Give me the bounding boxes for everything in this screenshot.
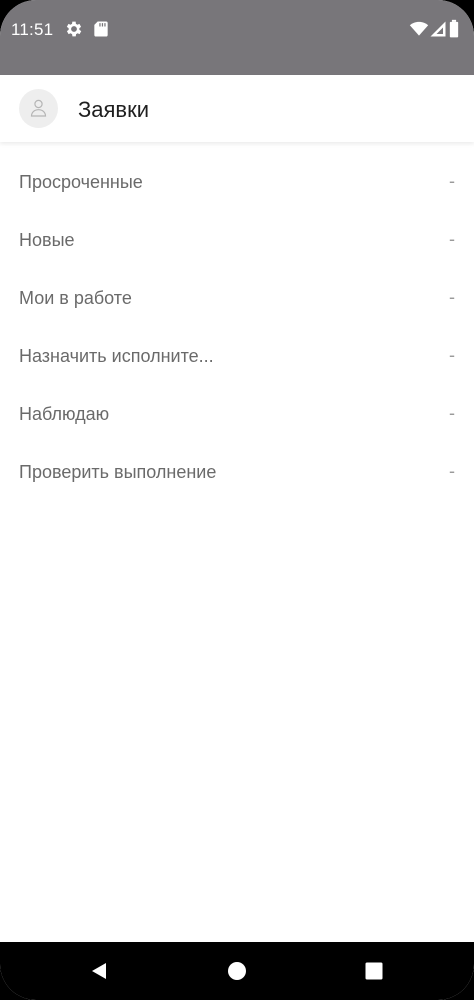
sd-card-icon [91, 19, 111, 39]
list-item-label: Проверить выполнение [19, 462, 217, 482]
avatar[interactable] [19, 89, 58, 128]
status-bar: 11:51 [0, 0, 474, 75]
recents-icon[interactable] [364, 961, 384, 981]
list-item-watching[interactable]: Наблюдаю - [0, 385, 474, 443]
signal-icon [428, 19, 448, 39]
list-item-label: Назначить исполните... [19, 346, 214, 366]
list-item-count: - [449, 403, 455, 423]
list-item-label: Просроченные [19, 172, 143, 192]
app-header: Заявки [0, 75, 474, 142]
list-item-count: - [449, 171, 455, 191]
list-item-label: Новые [19, 230, 75, 250]
list-item-label: Наблюдаю [19, 404, 110, 424]
wifi-icon [409, 19, 429, 39]
gear-icon [64, 19, 84, 39]
app-screen: 11:51 Заявки Просроченные - Новые - Мои … [0, 0, 474, 1000]
list-item-assign-executor[interactable]: Назначить исполните... - [0, 327, 474, 385]
status-time: 11:51 [11, 20, 54, 39]
list-item-count: - [449, 461, 455, 481]
list-item-new[interactable]: Новые - [0, 211, 474, 269]
navigation-bar [0, 942, 474, 1000]
list-item-count: - [449, 287, 455, 307]
list-item-my-in-progress[interactable]: Мои в работе - [0, 269, 474, 327]
list-item-check-completion[interactable]: Проверить выполнение - [0, 443, 474, 501]
list-item-count: - [449, 345, 455, 365]
battery-icon [447, 19, 461, 39]
page-title: Заявки [78, 97, 150, 122]
home-icon[interactable] [227, 961, 247, 981]
list-item-count: - [449, 229, 455, 249]
list-item-overdue[interactable]: Просроченные - [0, 153, 474, 211]
back-icon[interactable] [89, 961, 109, 981]
request-category-list: Просроченные - Новые - Мои в работе - На… [0, 153, 474, 501]
list-item-label: Мои в работе [19, 288, 132, 308]
